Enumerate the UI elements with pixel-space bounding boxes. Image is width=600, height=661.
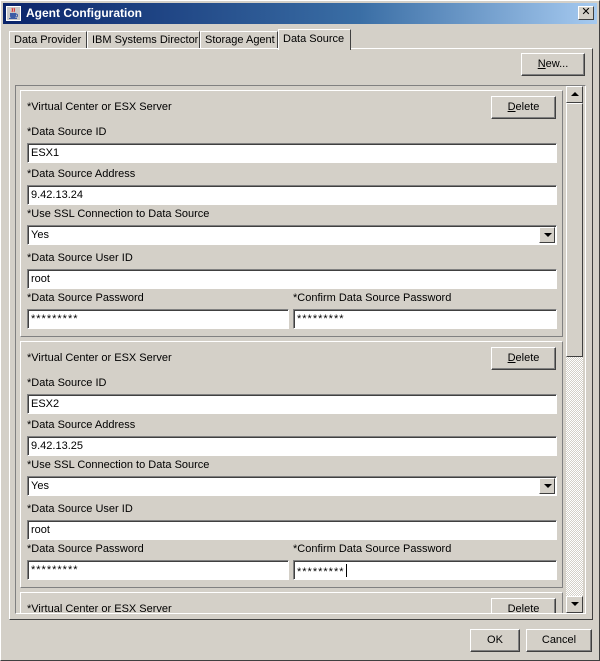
ok-button[interactable]: OK: [470, 629, 520, 652]
data-source-address-label: *Data Source Address: [27, 168, 136, 180]
delete-mnemonic: D: [507, 101, 516, 113]
data-source-id-label: *Data Source ID: [27, 377, 107, 389]
tab-storage-agent[interactable]: Storage Agent: [200, 31, 278, 49]
text-caret: [345, 564, 347, 577]
user-id-field[interactable]: root: [27, 520, 557, 540]
tab-label: Storage Agent: [205, 34, 275, 46]
scroll-thumb[interactable]: [566, 103, 583, 357]
confirm-password-field[interactable]: *********: [293, 560, 557, 580]
user-id-label: *Data Source User ID: [27, 503, 133, 515]
tab-data-provider[interactable]: Data Provider: [9, 31, 87, 49]
close-icon: ✕: [581, 6, 591, 18]
delete-button-3[interactable]: Delete: [491, 598, 556, 613]
new-button-label: ew...: [545, 58, 569, 70]
password-label: *Data Source Password: [27, 543, 144, 555]
use-ssl-value: Yes: [31, 480, 49, 492]
use-ssl-label: *Use SSL Connection to Data Source: [27, 459, 210, 471]
data-source-address-field[interactable]: 9.42.13.25: [27, 436, 557, 456]
password-field[interactable]: *********: [27, 309, 289, 329]
new-button[interactable]: New...: [521, 53, 585, 76]
window-title: Agent Configuration: [26, 6, 142, 20]
data-source-list[interactable]: *Virtual Center or ESX Server Delete *Da…: [15, 85, 586, 614]
data-source-id-field[interactable]: ESX2: [27, 394, 557, 414]
server-label: *Virtual Center or ESX Server: [27, 603, 172, 613]
title-bar[interactable]: Agent Configuration ✕: [3, 3, 597, 24]
data-source-id-field[interactable]: ESX1: [27, 143, 557, 163]
use-ssl-dropdown[interactable]: Yes: [27, 476, 557, 496]
delete-mnemonic: D: [507, 603, 516, 613]
delete-label: elete: [515, 352, 540, 364]
data-source-panel-2: *Virtual Center or ESX Server Delete *Da…: [20, 341, 563, 588]
server-label: *Virtual Center or ESX Server: [27, 101, 172, 113]
tab-label: IBM Systems Director: [92, 34, 199, 46]
close-button[interactable]: ✕: [578, 6, 594, 20]
user-id-field[interactable]: root: [27, 269, 557, 289]
data-source-panel-3: *Virtual Center or ESX Server Delete: [20, 592, 563, 613]
vertical-scrollbar[interactable]: [566, 86, 583, 613]
confirm-password-field[interactable]: *********: [293, 309, 557, 329]
cancel-button[interactable]: Cancel: [526, 629, 592, 652]
java-cup-icon: [6, 6, 21, 21]
data-source-id-label: *Data Source ID: [27, 126, 107, 138]
delete-mnemonic: D: [507, 352, 516, 364]
scroll-up-icon[interactable]: [566, 86, 583, 103]
data-source-panel-1: *Virtual Center or ESX Server Delete *Da…: [20, 90, 563, 337]
chevron-down-icon[interactable]: [539, 227, 555, 243]
confirm-password-value: *********: [297, 566, 345, 578]
new-button-mnemonic: N: [537, 58, 546, 70]
server-label: *Virtual Center or ESX Server: [27, 352, 172, 364]
confirm-password-label: *Confirm Data Source Password: [293, 292, 452, 304]
password-field[interactable]: *********: [27, 560, 289, 580]
tab-label: Data Provider: [14, 34, 82, 46]
use-ssl-dropdown[interactable]: Yes: [27, 225, 557, 245]
delete-label: elete: [515, 603, 540, 613]
use-ssl-label: *Use SSL Connection to Data Source: [27, 208, 210, 220]
data-source-address-field[interactable]: 9.42.13.24: [27, 185, 557, 205]
delete-button-2[interactable]: Delete: [491, 347, 556, 370]
data-source-list-content: *Virtual Center or ESX Server Delete *Da…: [16, 86, 565, 613]
tab-ibm-systems-director[interactable]: IBM Systems Director: [87, 31, 200, 49]
confirm-password-label: *Confirm Data Source Password: [293, 543, 452, 555]
scroll-down-icon[interactable]: [566, 596, 583, 613]
chevron-down-icon[interactable]: [539, 478, 555, 494]
tab-label: Data Source: [283, 33, 345, 45]
password-label: *Data Source Password: [27, 292, 144, 304]
agent-configuration-window: Agent Configuration ✕ Data Provider IBM …: [0, 0, 600, 661]
delete-label: elete: [515, 101, 540, 113]
tab-data-source[interactable]: Data Source: [278, 29, 351, 50]
delete-button-1[interactable]: Delete: [491, 96, 556, 119]
use-ssl-value: Yes: [31, 229, 49, 241]
user-id-label: *Data Source User ID: [27, 252, 133, 264]
data-source-address-label: *Data Source Address: [27, 419, 136, 431]
